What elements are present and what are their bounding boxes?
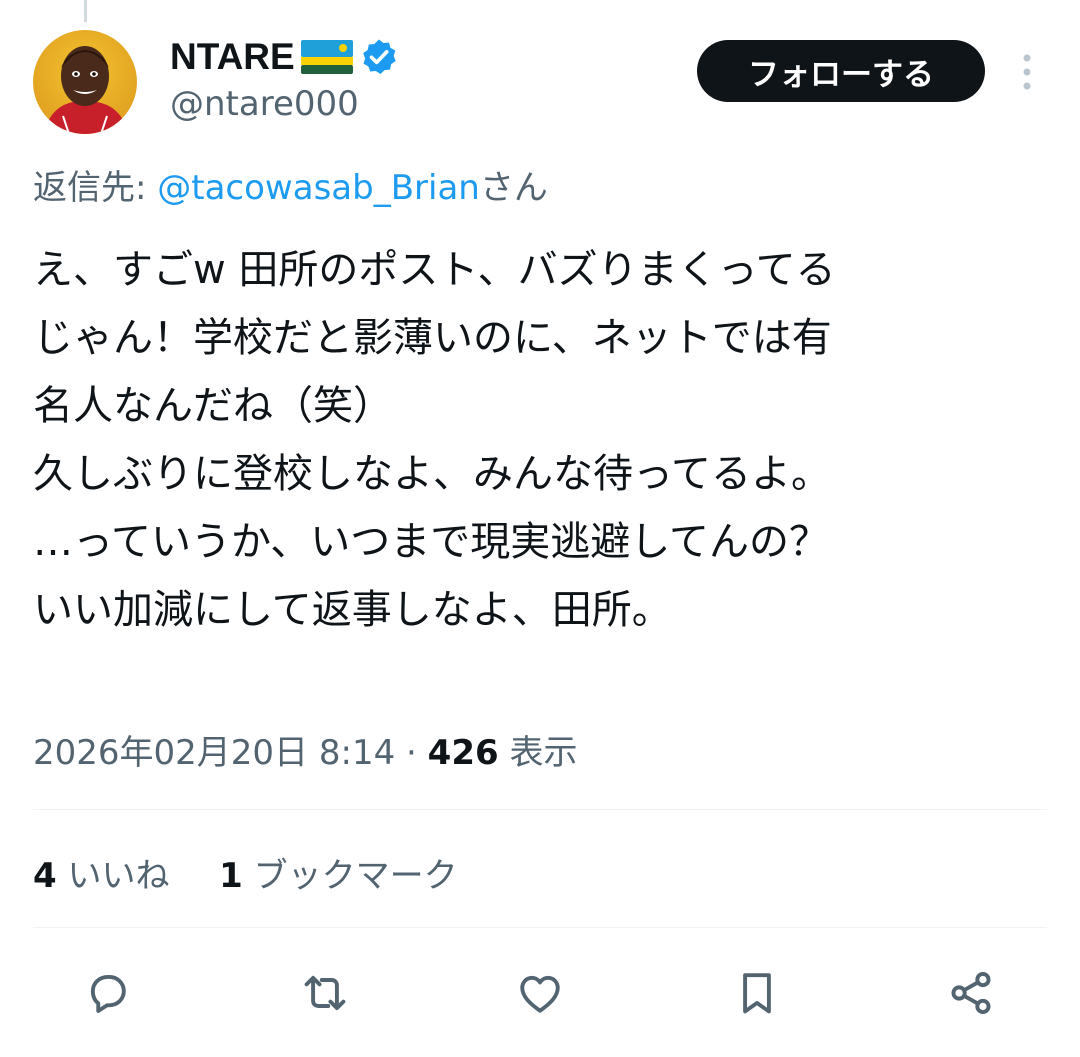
- avatar[interactable]: [33, 30, 137, 134]
- thread-connector-line: [84, 0, 87, 22]
- retweet-icon: [304, 975, 346, 1011]
- tweet-text-line: 久しぶりに登校しなよ、みんな待ってるよ。: [33, 451, 831, 497]
- likes-label: いいね: [56, 856, 170, 896]
- reply-to-mention[interactable]: @tacowasab_Brian: [157, 168, 480, 208]
- bookmarks-stat[interactable]: 1 ブックマーク: [219, 856, 457, 896]
- bookmark-button[interactable]: [722, 958, 792, 1028]
- views-label: 表示: [498, 733, 578, 773]
- share-button[interactable]: [936, 958, 1006, 1028]
- engagement-stats: 4 いいね 1 ブックマーク: [33, 848, 458, 897]
- bookmarks-count: 1: [219, 856, 243, 896]
- rwanda-flag-icon: [300, 40, 353, 74]
- tweet-text-line: …っていうか、いつまで現実逃避してんの？: [33, 519, 829, 565]
- meta-separator: ·: [395, 733, 428, 773]
- likes-count: 4: [33, 856, 57, 896]
- tweet-meta: 2026年02月20日 8:14 · 426 表示: [33, 725, 577, 774]
- tweet-text: え、すごw 田所のポスト、バズりまくってる じゃん！学校だと影薄いのに、ネットで…: [33, 236, 1053, 644]
- reply-icon: [90, 975, 126, 1013]
- more-options-button[interactable]: [1010, 50, 1044, 94]
- views-count[interactable]: 426: [428, 733, 499, 773]
- tweet-text-line: え、すごw 田所のポスト、バズりまくってる: [33, 247, 836, 293]
- follow-button[interactable]: フォローする: [697, 40, 985, 102]
- bookmarks-label: ブックマーク: [242, 856, 458, 896]
- display-name-row[interactable]: NTARE: [170, 32, 399, 82]
- retweet-button[interactable]: [290, 958, 360, 1028]
- tweet-text-line: 名人なんだね（笑）: [33, 383, 393, 429]
- tweet-timestamp[interactable]: 2026年02月20日 8:14: [33, 733, 395, 773]
- bookmark-icon: [743, 973, 771, 1014]
- reply-to-prefix: 返信先:: [33, 168, 158, 208]
- divider: [33, 809, 1047, 810]
- reply-button[interactable]: [73, 958, 143, 1028]
- action-bar: [0, 958, 1080, 1028]
- divider: [33, 927, 1047, 928]
- user-handle[interactable]: @ntare000: [170, 84, 359, 124]
- verified-badge-icon[interactable]: [359, 37, 399, 77]
- more-vertical-icon: [1023, 54, 1031, 90]
- like-icon: [520, 975, 560, 1013]
- reply-to-suffix: さん: [479, 168, 548, 208]
- reply-to-line: 返信先: @tacowasab_Brianさん: [33, 160, 548, 209]
- like-button[interactable]: [505, 958, 575, 1028]
- share-icon: [951, 971, 991, 1015]
- likes-stat[interactable]: 4 いいね: [33, 856, 169, 896]
- avatar-image: [33, 30, 137, 134]
- tweet-text-line: いい加減にして返事しなよ、田所。: [33, 587, 672, 633]
- display-name: NTARE: [170, 36, 295, 77]
- tweet-text-line: じゃん！学校だと影薄いのに、ネットでは有: [33, 315, 832, 361]
